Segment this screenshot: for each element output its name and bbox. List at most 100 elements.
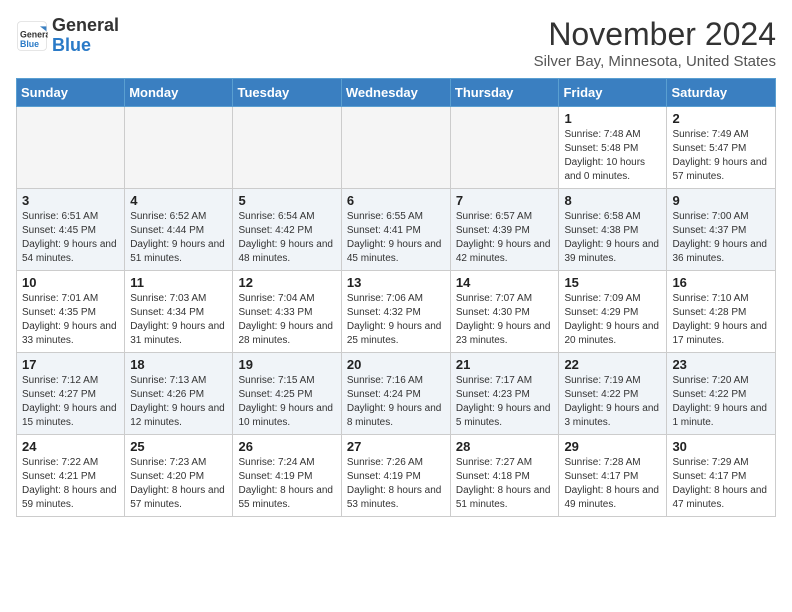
day-number: 16 — [672, 275, 770, 290]
calendar-day-header: Thursday — [450, 79, 559, 107]
calendar-day-header: Saturday — [667, 79, 776, 107]
calendar-week-row: 17 Sunrise: 7:12 AM Sunset: 4:27 PM Dayli… — [17, 353, 776, 435]
day-info: Sunrise: 7:16 AM Sunset: 4:24 PM Dayligh… — [347, 374, 445, 430]
day-info: Sunrise: 7:07 AM Sunset: 4:30 PM Dayligh… — [456, 292, 554, 348]
calendar-day-cell — [450, 107, 559, 189]
day-info: Sunrise: 7:49 AM Sunset: 5:47 PM Dayligh… — [672, 128, 770, 184]
day-info: Sunrise: 7:17 AM Sunset: 4:23 PM Dayligh… — [456, 374, 554, 430]
calendar-day-cell: 1Sunrise: 7:48 AM Sunset: 5:48 PM Daylig… — [559, 107, 667, 189]
day-info: Sunrise: 7:19 AM Sunset: 4:22 PM Dayligh… — [564, 374, 661, 430]
calendar-day-header: Wednesday — [341, 79, 450, 107]
day-number: 25 — [130, 439, 227, 454]
day-info: Sunrise: 6:52 AM Sunset: 4:44 PM Dayligh… — [130, 210, 227, 266]
svg-text:Blue: Blue — [20, 39, 39, 49]
calendar-day-cell: 23Sunrise: 7:20 AM Sunset: 4:22 PM Dayli… — [667, 353, 776, 435]
svg-text:General: General — [20, 29, 48, 39]
day-number: 28 — [456, 439, 554, 454]
day-info: Sunrise: 7:22 AM Sunset: 4:21 PM Dayligh… — [22, 456, 119, 512]
day-info: Sunrise: 7:29 AM Sunset: 4:17 PM Dayligh… — [672, 456, 770, 512]
day-info: Sunrise: 7:09 AM Sunset: 4:29 PM Dayligh… — [564, 292, 661, 348]
day-number: 4 — [130, 193, 227, 208]
day-info: Sunrise: 6:58 AM Sunset: 4:38 PM Dayligh… — [564, 210, 661, 266]
title-block: November 2024 Silver Bay, Minnesota, Uni… — [534, 16, 776, 70]
day-info: Sunrise: 7:24 AM Sunset: 4:19 PM Dayligh… — [238, 456, 335, 512]
day-number: 14 — [456, 275, 554, 290]
page-header: General Blue General Blue November 2024 … — [16, 16, 776, 70]
day-info: Sunrise: 7:12 AM Sunset: 4:27 PM Dayligh… — [22, 374, 119, 430]
calendar-day-cell: 6 Sunrise: 6:55 AM Sunset: 4:41 PM Daylig… — [341, 189, 450, 271]
calendar-header-row: SundayMondayTuesdayWednesdayThursdayFrid… — [17, 79, 776, 107]
day-info: Sunrise: 7:00 AM Sunset: 4:37 PM Dayligh… — [672, 210, 770, 266]
logo-general-text: General — [52, 16, 119, 36]
day-number: 9 — [672, 193, 770, 208]
day-number: 30 — [672, 439, 770, 454]
calendar-day-header: Monday — [125, 79, 233, 107]
calendar-day-cell: 20Sunrise: 7:16 AM Sunset: 4:24 PM Dayli… — [341, 353, 450, 435]
calendar-day-header: Sunday — [17, 79, 125, 107]
calendar-day-cell: 10Sunrise: 7:01 AM Sunset: 4:35 PM Dayli… — [17, 271, 125, 353]
calendar-day-cell: 30 Sunrise: 7:29 AM Sunset: 4:17 PM Dayli… — [667, 435, 776, 517]
day-info: Sunrise: 7:03 AM Sunset: 4:34 PM Dayligh… — [130, 292, 227, 348]
calendar-day-cell: 25 Sunrise: 7:23 AM Sunset: 4:20 PM Dayli… — [125, 435, 233, 517]
day-number: 17 — [22, 357, 119, 372]
calendar-day-cell: 2 Sunrise: 7:49 AM Sunset: 5:47 PM Daylig… — [667, 107, 776, 189]
day-number: 13 — [347, 275, 445, 290]
calendar-day-cell: 26Sunrise: 7:24 AM Sunset: 4:19 PM Dayli… — [233, 435, 341, 517]
calendar-day-cell: 13Sunrise: 7:06 AM Sunset: 4:32 PM Dayli… — [341, 271, 450, 353]
calendar-day-cell: 29 Sunrise: 7:28 AM Sunset: 4:17 PM Dayli… — [559, 435, 667, 517]
calendar-day-cell: 28Sunrise: 7:27 AM Sunset: 4:18 PM Dayli… — [450, 435, 559, 517]
day-number: 10 — [22, 275, 119, 290]
day-info: Sunrise: 7:13 AM Sunset: 4:26 PM Dayligh… — [130, 374, 227, 430]
calendar-week-row: 10Sunrise: 7:01 AM Sunset: 4:35 PM Dayli… — [17, 271, 776, 353]
day-info: Sunrise: 7:04 AM Sunset: 4:33 PM Dayligh… — [238, 292, 335, 348]
calendar-day-cell: 12 Sunrise: 7:04 AM Sunset: 4:33 PM Dayli… — [233, 271, 341, 353]
calendar-day-cell: 18 Sunrise: 7:13 AM Sunset: 4:26 PM Dayli… — [125, 353, 233, 435]
day-number: 19 — [238, 357, 335, 372]
day-number: 15 — [564, 275, 661, 290]
calendar-day-header: Tuesday — [233, 79, 341, 107]
day-info: Sunrise: 6:51 AM Sunset: 4:45 PM Dayligh… — [22, 210, 119, 266]
calendar-day-cell: 19 Sunrise: 7:15 AM Sunset: 4:25 PM Dayli… — [233, 353, 341, 435]
day-info: Sunrise: 7:15 AM Sunset: 4:25 PM Dayligh… — [238, 374, 335, 430]
day-number: 12 — [238, 275, 335, 290]
calendar-day-cell — [341, 107, 450, 189]
day-info: Sunrise: 6:54 AM Sunset: 4:42 PM Dayligh… — [238, 210, 335, 266]
day-number: 6 — [347, 193, 445, 208]
calendar-day-cell — [125, 107, 233, 189]
day-number: 18 — [130, 357, 227, 372]
day-info: Sunrise: 7:20 AM Sunset: 4:22 PM Dayligh… — [672, 374, 770, 430]
day-number: 7 — [456, 193, 554, 208]
calendar-week-row: 24 Sunrise: 7:22 AM Sunset: 4:21 PM Dayli… — [17, 435, 776, 517]
calendar-week-row: 3 Sunrise: 6:51 AM Sunset: 4:45 PM Daylig… — [17, 189, 776, 271]
day-info: Sunrise: 7:28 AM Sunset: 4:17 PM Dayligh… — [564, 456, 661, 512]
calendar-day-header: Friday — [559, 79, 667, 107]
day-info: Sunrise: 7:48 AM Sunset: 5:48 PM Dayligh… — [564, 128, 661, 184]
day-info: Sunrise: 7:23 AM Sunset: 4:20 PM Dayligh… — [130, 456, 227, 512]
day-info: Sunrise: 6:55 AM Sunset: 4:41 PM Dayligh… — [347, 210, 445, 266]
day-number: 2 — [672, 111, 770, 126]
month-title: November 2024 — [534, 16, 776, 53]
calendar-day-cell: 4 Sunrise: 6:52 AM Sunset: 4:44 PM Daylig… — [125, 189, 233, 271]
day-number: 27 — [347, 439, 445, 454]
day-number: 3 — [22, 193, 119, 208]
day-info: Sunrise: 7:10 AM Sunset: 4:28 PM Dayligh… — [672, 292, 770, 348]
location-text: Silver Bay, Minnesota, United States — [534, 53, 776, 70]
day-number: 24 — [22, 439, 119, 454]
day-number: 8 — [564, 193, 661, 208]
logo-text: General Blue — [52, 16, 119, 56]
day-number: 21 — [456, 357, 554, 372]
logo: General Blue General Blue — [16, 16, 119, 56]
calendar-day-cell: 9 Sunrise: 7:00 AM Sunset: 4:37 PM Daylig… — [667, 189, 776, 271]
day-info: Sunrise: 6:57 AM Sunset: 4:39 PM Dayligh… — [456, 210, 554, 266]
day-number: 29 — [564, 439, 661, 454]
logo-blue-text: Blue — [52, 36, 119, 56]
calendar-day-cell: 16 Sunrise: 7:10 AM Sunset: 4:28 PM Dayli… — [667, 271, 776, 353]
calendar-day-cell: 5Sunrise: 6:54 AM Sunset: 4:42 PM Daylig… — [233, 189, 341, 271]
calendar-day-cell: 7 Sunrise: 6:57 AM Sunset: 4:39 PM Daylig… — [450, 189, 559, 271]
calendar-day-cell: 27Sunrise: 7:26 AM Sunset: 4:19 PM Dayli… — [341, 435, 450, 517]
calendar-day-cell — [17, 107, 125, 189]
day-number: 11 — [130, 275, 227, 290]
calendar-day-cell: 3 Sunrise: 6:51 AM Sunset: 4:45 PM Daylig… — [17, 189, 125, 271]
calendar-day-cell: 15 Sunrise: 7:09 AM Sunset: 4:29 PM Dayli… — [559, 271, 667, 353]
calendar-week-row: 1Sunrise: 7:48 AM Sunset: 5:48 PM Daylig… — [17, 107, 776, 189]
